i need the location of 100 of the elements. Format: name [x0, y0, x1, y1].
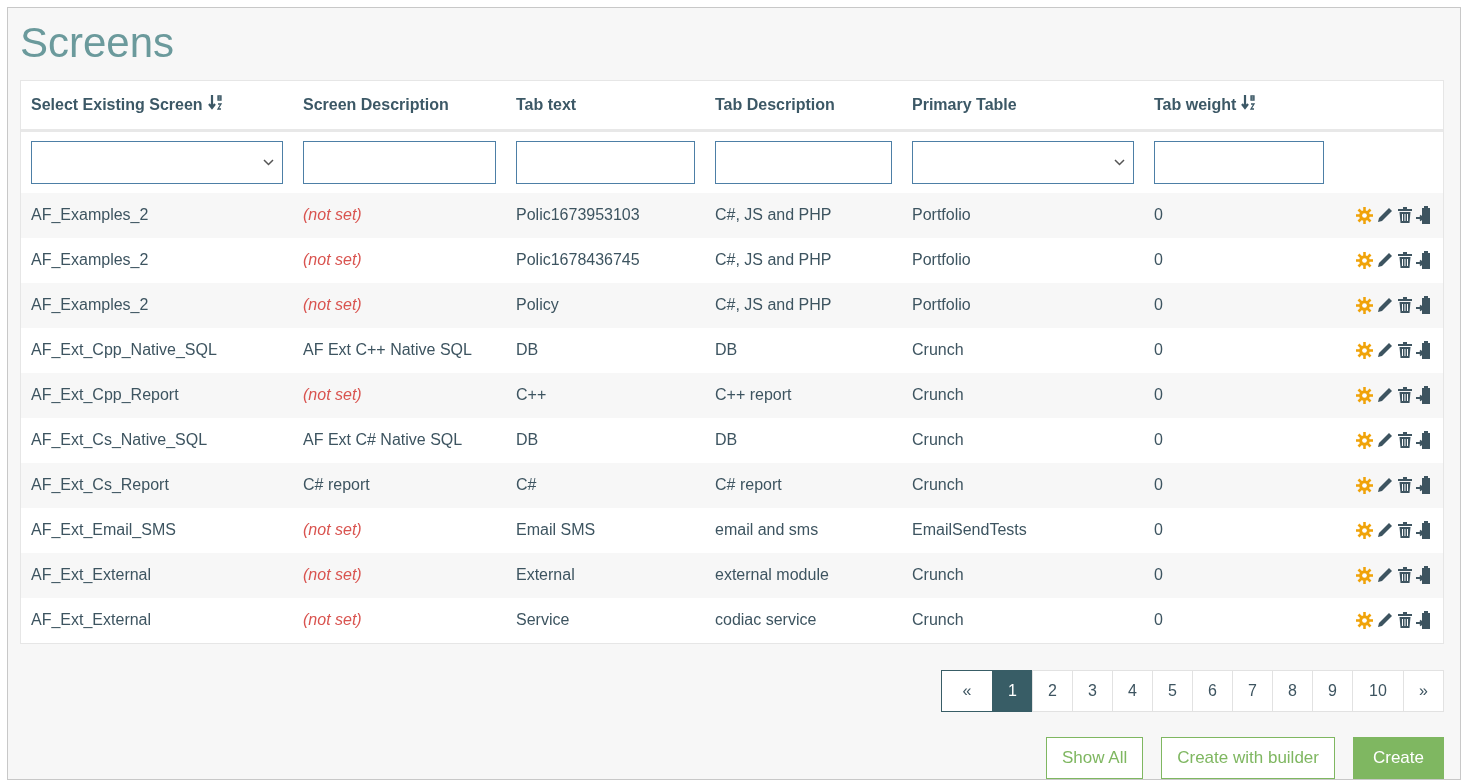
pencil-icon[interactable]: [1376, 431, 1394, 449]
page-link[interactable]: 9: [1312, 669, 1353, 712]
table-cell: Service: [516, 611, 570, 628]
filter-input[interactable]: [516, 140, 695, 184]
table-cell: Policy: [516, 296, 559, 313]
table-cell: 0: [1154, 251, 1163, 268]
table-cell: C++: [516, 386, 547, 403]
pencil-icon[interactable]: [1376, 566, 1394, 584]
table-cell: (not set): [303, 521, 362, 538]
trash-icon[interactable]: [1397, 206, 1413, 224]
page-link[interactable]: 5: [1152, 669, 1193, 712]
table-cell: C++ report: [715, 386, 792, 403]
table-cell: Crunch: [912, 476, 964, 493]
page-link[interactable]: 10: [1352, 669, 1404, 712]
table-cell: Portfolio: [912, 206, 971, 223]
pencil-icon[interactable]: [1376, 521, 1394, 539]
table-cell: 0: [1154, 611, 1163, 628]
column-header: Tab Description: [715, 96, 835, 113]
table-cell: 0: [1154, 566, 1163, 583]
trash-icon[interactable]: [1397, 611, 1413, 629]
trash-icon[interactable]: [1397, 341, 1413, 359]
table-cell: Crunch: [912, 386, 964, 403]
table-cell: AF Ext C++ Native SQL: [303, 341, 472, 358]
table-cell: 0: [1154, 521, 1163, 538]
chevron-down-icon: [1114, 158, 1125, 166]
table-cell: Portfolio: [912, 296, 971, 313]
table-cell: Polic1678436745: [516, 251, 640, 268]
filter-input[interactable]: [1154, 140, 1324, 184]
pencil-icon[interactable]: [1376, 206, 1394, 224]
column-header: Primary Table: [912, 96, 1017, 113]
table-cell: (not set): [303, 251, 362, 268]
table-cell: email and sms: [715, 521, 819, 538]
table-cell: Portfolio: [912, 251, 971, 268]
column-header: Tab weight: [1154, 96, 1237, 113]
page-link[interactable]: 3: [1072, 669, 1113, 712]
table-cell: AF_Ext_External: [31, 611, 152, 628]
page-link[interactable]: 4: [1112, 669, 1153, 712]
table-cell: AF_Ext_Cpp_Report: [31, 386, 179, 403]
table-cell: C#, JS and PHP: [715, 296, 832, 313]
table-cell: C#, JS and PHP: [715, 251, 832, 268]
table-cell: AF_Examples_2: [31, 296, 149, 313]
trash-icon[interactable]: [1397, 431, 1413, 449]
table-cell: DB: [516, 431, 539, 448]
table-cell: Crunch: [912, 341, 964, 358]
table-cell: AF_Ext_Email_SMS: [31, 521, 176, 538]
pencil-icon[interactable]: [1376, 296, 1394, 314]
table-cell: AF_Ext_Cpp_Native_SQL: [31, 341, 217, 358]
table-cell: External: [516, 566, 575, 583]
page-link[interactable]: 1: [992, 669, 1033, 712]
page-link[interactable]: 2: [1032, 669, 1073, 712]
table-cell: (not set): [303, 296, 362, 313]
table-cell: Crunch: [912, 611, 964, 628]
page-link[interactable]: 7: [1232, 669, 1273, 712]
table-cell: AF_Examples_2: [31, 206, 149, 223]
filter-dropdown[interactable]: [31, 140, 283, 184]
table-cell: DB: [516, 341, 539, 358]
table-cell: 0: [1154, 386, 1163, 403]
trash-icon[interactable]: [1397, 386, 1413, 404]
table-cell: DB: [715, 431, 738, 448]
next-page-link[interactable]: »: [1403, 669, 1444, 712]
table-cell: C#, JS and PHP: [715, 206, 832, 223]
filter-input[interactable]: [715, 140, 892, 184]
table-cell: 0: [1154, 296, 1163, 313]
trash-icon[interactable]: [1397, 251, 1413, 269]
page-link[interactable]: 8: [1272, 669, 1313, 712]
column-header: Select Existing Screen: [31, 96, 203, 113]
table-cell: AF_Ext_External: [31, 566, 152, 583]
table-cell: AF Ext C# Native SQL: [303, 431, 463, 448]
table-cell: AF_Ext_Cs_Native_SQL: [31, 431, 208, 448]
pencil-icon[interactable]: [1376, 611, 1394, 629]
table-cell: (not set): [303, 566, 362, 583]
page-link[interactable]: 6: [1192, 669, 1233, 712]
filter-input[interactable]: [303, 140, 496, 184]
table-cell: C# report: [715, 476, 782, 493]
table-cell: Crunch: [912, 431, 964, 448]
table-cell: C# report: [303, 476, 370, 493]
filter-dropdown[interactable]: [912, 140, 1134, 184]
table-cell: DB: [715, 341, 738, 358]
pencil-icon[interactable]: [1376, 386, 1394, 404]
sort-icon[interactable]: [207, 94, 223, 112]
trash-icon[interactable]: [1397, 521, 1413, 539]
table-cell: (not set): [303, 206, 362, 223]
page-title: Screens: [20, 22, 176, 64]
table-cell: 0: [1154, 206, 1163, 223]
pencil-icon[interactable]: [1376, 341, 1394, 359]
table-cell: EmailSendTests: [912, 521, 1027, 538]
table-cell: (not set): [303, 386, 362, 403]
trash-icon[interactable]: [1397, 566, 1413, 584]
pencil-icon[interactable]: [1376, 251, 1394, 269]
trash-icon[interactable]: [1397, 476, 1413, 494]
column-header: Screen Description: [303, 96, 449, 113]
sort-icon[interactable]: [1241, 94, 1257, 112]
table-cell: C#: [516, 476, 537, 493]
trash-icon[interactable]: [1397, 296, 1413, 314]
pencil-icon[interactable]: [1376, 476, 1394, 494]
table-cell: Email SMS: [516, 521, 596, 538]
table-cell: (not set): [303, 611, 362, 628]
table-cell: codiac service: [715, 611, 817, 628]
chevron-down-icon: [263, 158, 274, 166]
previous-page-link[interactable]: «: [941, 669, 993, 712]
